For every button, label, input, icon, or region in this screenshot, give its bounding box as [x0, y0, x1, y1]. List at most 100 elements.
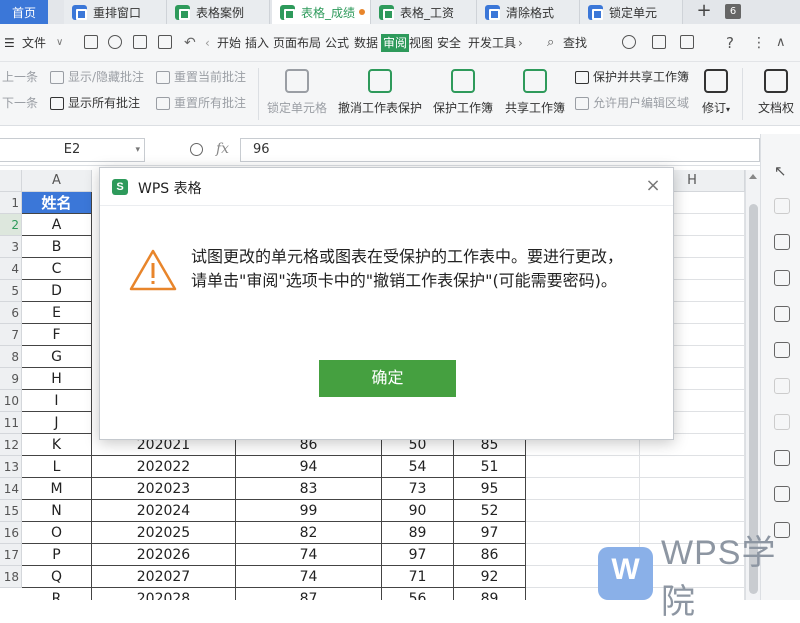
empty-cell[interactable] — [640, 500, 745, 522]
tab-menu-item[interactable]: 页面布局 — [273, 34, 321, 52]
formula-input[interactable]: 96 — [240, 138, 760, 162]
table-cell[interactable]: Q — [22, 566, 92, 588]
row-header[interactable]: 17 — [0, 544, 22, 566]
scroll-left-icon[interactable]: ‹ — [205, 34, 210, 52]
document-tab[interactable]: 表格_工资 — [371, 0, 477, 24]
row-header[interactable]: 10 — [0, 390, 22, 412]
table-cell[interactable]: 94 — [236, 456, 382, 478]
tab-menu-item[interactable]: 审阅 — [381, 34, 410, 52]
table-icon[interactable] — [774, 270, 790, 286]
reset-current-comment-button[interactable]: 重置当前批注 — [156, 68, 246, 86]
row-header[interactable]: 13 — [0, 456, 22, 478]
sort-icon[interactable] — [774, 414, 790, 430]
document-tab[interactable]: 表格案例 — [167, 0, 270, 24]
table-cell[interactable]: 202023 — [92, 478, 236, 500]
table-cell[interactable]: 202024 — [92, 500, 236, 522]
eraser-icon[interactable] — [774, 198, 790, 214]
share-workbook-button[interactable]: 共享工作簿 — [502, 65, 568, 123]
file-menu[interactable]: 文件 — [22, 34, 46, 52]
table-cell[interactable]: 52 — [454, 500, 526, 522]
tab-menu-item[interactable]: 公式 — [325, 34, 349, 52]
tab-menu-item[interactable]: 开始 — [217, 34, 241, 52]
chevron-down-icon[interactable]: ▾ — [135, 139, 140, 161]
document-tab[interactable]: 锁定单元 — [580, 0, 683, 24]
table-cell[interactable]: 202028 — [92, 588, 236, 600]
tab-menu-item[interactable]: 安全 — [437, 34, 461, 52]
empty-cell[interactable] — [640, 456, 745, 478]
fx-icon[interactable]: fx — [216, 141, 229, 157]
empty-cell[interactable] — [526, 456, 640, 478]
table-cell[interactable]: F — [22, 324, 92, 346]
table-cell[interactable]: 92 — [454, 566, 526, 588]
toggle-comments-button[interactable]: 显示/隐藏批注 — [50, 68, 144, 86]
row-header[interactable]: 8 — [0, 346, 22, 368]
share-icon[interactable] — [652, 35, 666, 49]
table-cell[interactable]: D — [22, 280, 92, 302]
row-header[interactable]: 16 — [0, 522, 22, 544]
unprotect-sheet-button[interactable]: 撤消工作表保护 — [336, 65, 424, 123]
lock-cell-button[interactable]: 锁定单元格 — [266, 65, 328, 123]
menu-icon[interactable]: ☰ — [4, 34, 15, 52]
ok-button[interactable]: 确定 — [319, 360, 456, 397]
tab-menu-item[interactable]: 开发工具 — [468, 34, 516, 52]
table-cell[interactable]: A — [22, 214, 92, 236]
table-cell[interactable]: 86 — [454, 544, 526, 566]
row-header[interactable]: 7 — [0, 324, 22, 346]
table-cell[interactable]: 51 — [454, 456, 526, 478]
tab-menu-item[interactable]: 数据 — [354, 34, 378, 52]
table-cell[interactable]: 202022 — [92, 456, 236, 478]
sync-icon[interactable] — [680, 35, 694, 49]
table-cell[interactable]: 82 — [236, 522, 382, 544]
row-header[interactable]: 18 — [0, 566, 22, 588]
show-all-comments-button[interactable]: 显示所有批注 — [50, 94, 140, 112]
close-icon[interactable]: × — [643, 176, 663, 196]
empty-cell[interactable] — [526, 522, 640, 544]
row-header[interactable]: 5 — [0, 280, 22, 302]
table-cell[interactable]: K — [22, 434, 92, 456]
table-cell[interactable]: C — [22, 258, 92, 280]
zoom-icon[interactable] — [190, 143, 203, 156]
table-cell[interactable]: 71 — [382, 566, 454, 588]
tab-count-badge[interactable]: 6 — [725, 4, 741, 19]
empty-cell[interactable] — [526, 478, 640, 500]
table-cell[interactable]: 95 — [454, 478, 526, 500]
export-icon[interactable] — [774, 486, 790, 502]
table-cell[interactable]: N — [22, 500, 92, 522]
undo-icon[interactable]: ↶ — [184, 34, 196, 52]
name-box[interactable]: E2 ▾ — [0, 138, 145, 162]
row-header[interactable]: 14 — [0, 478, 22, 500]
row-header[interactable]: 3 — [0, 236, 22, 258]
table-cell[interactable]: J — [22, 412, 92, 434]
table-cell[interactable]: 74 — [236, 544, 382, 566]
print-icon[interactable] — [133, 35, 147, 49]
table-cell[interactable]: 73 — [382, 478, 454, 500]
row-header[interactable]: 6 — [0, 302, 22, 324]
protect-share-button[interactable]: 保护并共享工作簿 — [575, 68, 689, 86]
row-header[interactable]: 2 — [0, 214, 22, 236]
row-header[interactable]: 12 — [0, 434, 22, 456]
row-header[interactable]: 15 — [0, 500, 22, 522]
select-all-corner[interactable] — [0, 170, 22, 192]
row-header[interactable]: 1 — [0, 192, 22, 214]
table-cell[interactable]: 83 — [236, 478, 382, 500]
table-cell[interactable]: M — [22, 478, 92, 500]
search-button[interactable]: 查找 — [563, 34, 587, 52]
allow-edit-ranges-button[interactable]: 允许用户编辑区域 — [575, 94, 689, 112]
table-cell[interactable]: 202025 — [92, 522, 236, 544]
table-cell[interactable]: L — [22, 456, 92, 478]
column-header-a[interactable]: A — [22, 170, 92, 192]
cloud-icon[interactable] — [622, 35, 636, 49]
table-cell[interactable]: 56 — [382, 588, 454, 600]
chart-icon[interactable] — [774, 342, 790, 358]
document-tab[interactable]: 清除格式 — [477, 0, 580, 24]
row-header[interactable]: 11 — [0, 412, 22, 434]
table-cell[interactable]: 74 — [236, 566, 382, 588]
table-cell[interactable]: 97 — [454, 522, 526, 544]
new-tab-button[interactable]: + — [692, 0, 716, 24]
table-cell[interactable]: 89 — [454, 588, 526, 600]
table-cell[interactable]: 54 — [382, 456, 454, 478]
table-cell[interactable]: O — [22, 522, 92, 544]
empty-cell[interactable] — [640, 478, 745, 500]
document-tab[interactable]: 重排窗口 — [64, 0, 167, 24]
more-tabs-icon[interactable]: › — [518, 34, 523, 52]
